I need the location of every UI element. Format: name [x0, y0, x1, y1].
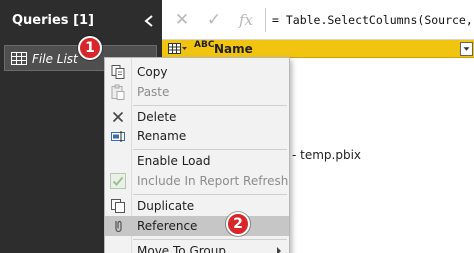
- menu-item-move-to-group[interactable]: Move To Group: [105, 241, 289, 253]
- menu-separator: [133, 194, 287, 195]
- formula-bar: ✕ ✓ fx = Table.SelectColumns(Source,{"Na…: [162, 0, 474, 40]
- menu-item-enable-load[interactable]: Enable Load: [105, 151, 289, 171]
- menu-separator: [133, 149, 287, 150]
- menu-item-label: Enable Load: [137, 154, 211, 168]
- menu-item-delete[interactable]: Delete: [105, 107, 289, 127]
- delete-icon: [112, 111, 124, 123]
- menu-separator: [133, 105, 287, 106]
- menu-item-label: Delete: [137, 110, 177, 124]
- table-icon: [11, 52, 27, 65]
- table-menu-icon[interactable]: [168, 42, 188, 56]
- menu-item-paste[interactable]: Paste: [105, 82, 289, 102]
- column-header-name[interactable]: ABC Name: [162, 40, 474, 58]
- queries-pane-title: Queries [1]: [12, 13, 94, 28]
- queries-header: Queries [1]: [0, 0, 162, 40]
- commit-formula-icon[interactable]: ✓: [204, 10, 224, 30]
- cell-value: - temp.pbix: [292, 148, 362, 162]
- column-name: Name: [214, 42, 253, 56]
- menu-item-reference[interactable]: Reference: [105, 216, 289, 236]
- step-badge-1: 1: [78, 36, 102, 60]
- formula-input[interactable]: = Table.SelectColumns(Source,{"Nam: [272, 13, 474, 27]
- menu-item-label: Include In Report Refresh: [137, 174, 289, 188]
- context-menu: Copy Paste Delete Rename Enable Load Inc…: [104, 57, 290, 253]
- chevron-left-icon[interactable]: [143, 14, 155, 28]
- fx-icon[interactable]: fx: [236, 10, 256, 30]
- menu-item-copy[interactable]: Copy: [105, 62, 289, 82]
- menu-separator: [133, 239, 287, 240]
- formula-divider: [265, 8, 266, 32]
- menu-item-label: Move To Group: [137, 244, 226, 253]
- reference-icon: [115, 220, 122, 233]
- menu-item-label: Copy: [137, 65, 168, 79]
- menu-item-label: Duplicate: [137, 199, 195, 213]
- text-type-icon[interactable]: ABC: [194, 41, 214, 50]
- menu-item-label: Rename: [137, 129, 187, 143]
- rename-icon: [111, 131, 125, 142]
- menu-item-rename[interactable]: Rename: [105, 126, 289, 146]
- query-item-label: File List: [32, 52, 78, 66]
- column-filter-dropdown-icon[interactable]: [460, 42, 473, 56]
- menu-item-include-in-report-refresh[interactable]: Include In Report Refresh: [105, 171, 289, 191]
- cancel-formula-icon[interactable]: ✕: [172, 10, 192, 30]
- copy-icon: [111, 65, 125, 79]
- paste-icon: [111, 84, 125, 100]
- submenu-arrow-icon: [277, 247, 281, 253]
- step-badge-2: 2: [226, 212, 250, 236]
- menu-item-label: Paste: [137, 85, 170, 99]
- menu-item-duplicate[interactable]: Duplicate: [105, 196, 289, 216]
- menu-item-label: Reference: [137, 219, 198, 233]
- duplicate-icon: [111, 199, 125, 213]
- checkbox-checked-icon: [110, 173, 126, 189]
